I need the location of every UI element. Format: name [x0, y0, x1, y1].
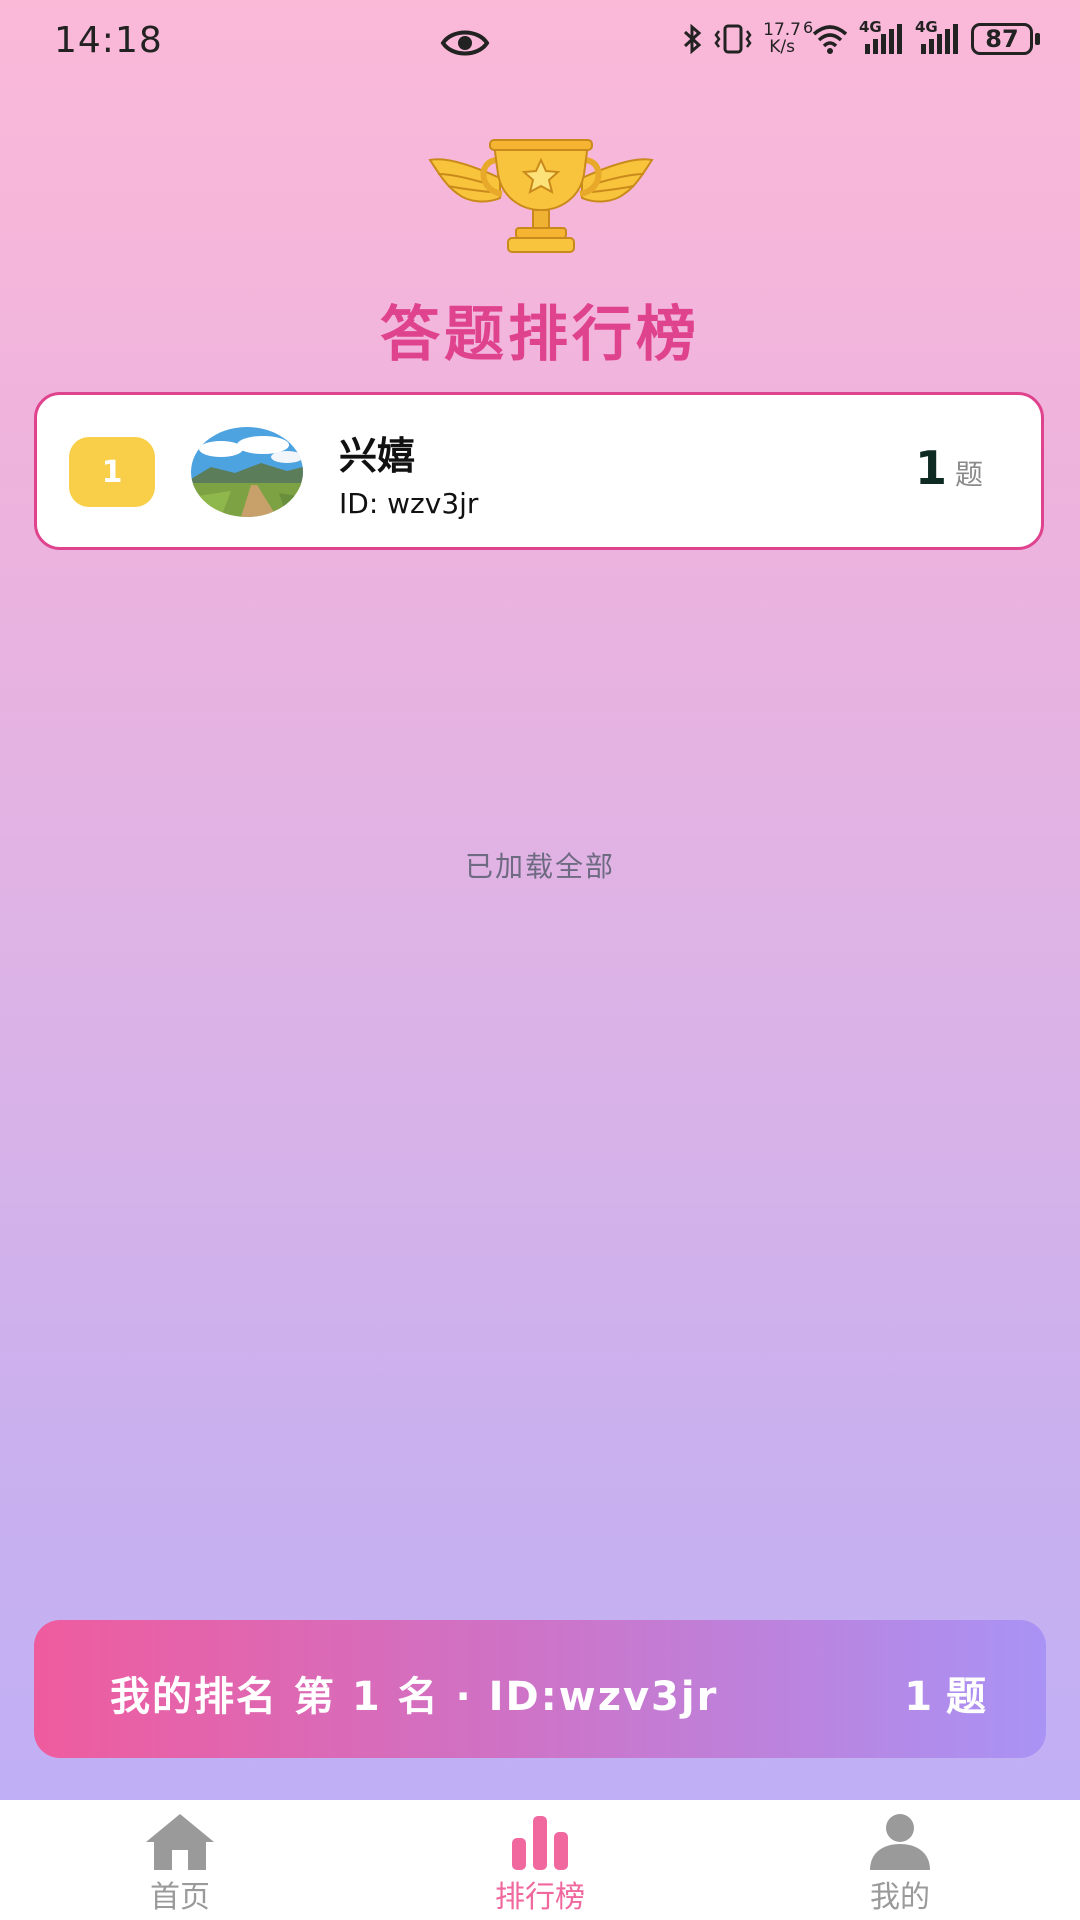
list-end-text: 已加载全部	[464, 850, 615, 883]
status-bar: 14:18 17.7 K/s 6 4G 4G 87	[0, 0, 1080, 86]
avatar	[191, 427, 303, 517]
person-icon	[870, 1814, 930, 1870]
my-rank-text: 我的排名 第 1 名 · ID:wzv3jr	[110, 1674, 719, 1720]
user-id: ID: wzv3jr	[339, 487, 479, 520]
battery-tip	[1035, 33, 1040, 45]
my-rank-bar: 我的排名 第 1 名 · ID:wzv3jr 1 题	[34, 1620, 1046, 1758]
home-icon	[146, 1814, 214, 1870]
eye-icon	[440, 30, 490, 56]
bluetooth-icon	[684, 23, 702, 55]
signal-1-label: 4G	[859, 18, 882, 36]
tab-leaderboard-label: 排行榜	[495, 1880, 585, 1915]
bar-chart-icon	[512, 1816, 568, 1870]
battery-indicator: 87	[971, 23, 1033, 55]
rank-badge: 1	[69, 437, 155, 507]
signal-2: 4G	[915, 18, 961, 54]
tab-mine-label: 我的	[870, 1880, 930, 1915]
my-rank-score: 1 题	[904, 1674, 986, 1720]
signal-1: 4G	[859, 18, 905, 54]
signal-2-label: 4G	[915, 18, 938, 36]
tab-leaderboard[interactable]: 排行榜	[420, 1800, 660, 1920]
status-time: 14:18	[54, 20, 163, 61]
leaderboard-row[interactable]: 1 兴嬉 ID: wzv3jr 1 题	[34, 392, 1044, 550]
tab-home[interactable]: 首页	[60, 1800, 300, 1920]
wifi-indicator: 6	[803, 18, 849, 54]
bottom-tab-bar: 首页 排行榜 我的	[0, 1800, 1080, 1920]
winged-trophy-icon	[428, 139, 654, 253]
vibrate-icon	[714, 24, 752, 54]
score-value: 1	[915, 441, 948, 495]
user-name: 兴嬉	[339, 434, 416, 478]
network-speed: 17.7 K/s	[763, 22, 801, 56]
landscape-avatar-image	[191, 427, 303, 517]
wifi-sup-label: 6	[803, 18, 814, 37]
tab-home-label: 首页	[150, 1880, 210, 1915]
score-unit: 题	[955, 458, 984, 491]
status-icons: 17.7 K/s 6 4G 4G 87	[681, 18, 1040, 56]
wifi-icon	[812, 25, 848, 54]
page-title: 答题排行榜	[380, 300, 700, 370]
network-speed-unit: K/s	[769, 37, 795, 57]
tab-mine[interactable]: 我的	[780, 1800, 1020, 1920]
